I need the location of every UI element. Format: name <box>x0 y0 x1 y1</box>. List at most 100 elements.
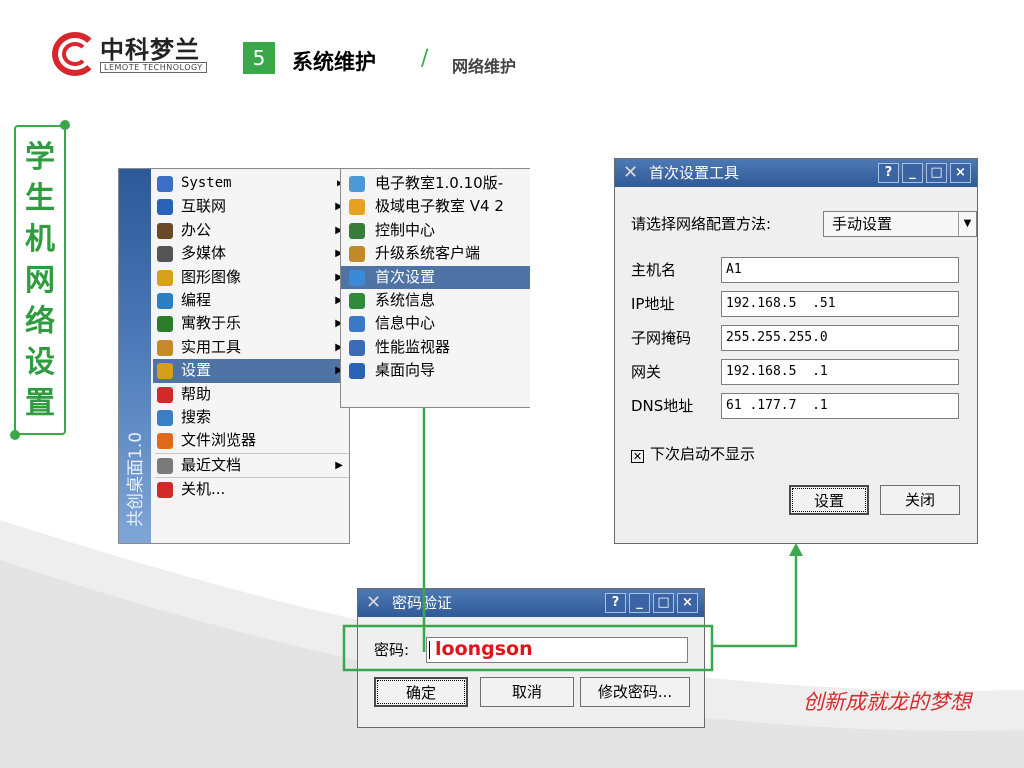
close-button[interactable]: × <box>950 163 971 183</box>
home-icon <box>157 433 173 450</box>
confirm-button[interactable]: 确定 <box>374 677 468 707</box>
password-label: 密码: <box>374 641 410 659</box>
menu-item-label: 升级系统客户端 <box>375 244 481 263</box>
side-banner: 学生机网络设置 <box>14 125 66 435</box>
field-input[interactable]: 61 .177.7 .1 <box>721 393 959 419</box>
text-caret <box>429 641 430 659</box>
desktop-wizard-icon <box>349 363 365 380</box>
minimize-button[interactable]: _ <box>629 593 650 613</box>
menu-item-classroom-orange[interactable]: 极域电子教室 V4 2 <box>341 195 530 218</box>
menu-item-label: 最近文档 <box>181 455 242 474</box>
minimize-button[interactable]: _ <box>902 163 923 183</box>
menu-item-magnifier[interactable]: 搜索 <box>153 406 349 429</box>
menu-item-code[interactable]: 编程▶ <box>153 289 349 312</box>
section-subtitle: 网络维护 <box>452 57 517 76</box>
power-icon <box>157 482 173 499</box>
help-button[interactable]: ? <box>605 593 626 613</box>
logo-english-name: LEMOTE TECHNOLOGY <box>100 62 207 73</box>
menu-item-label: 实用工具 <box>181 337 242 356</box>
help-button[interactable]: ? <box>878 163 899 183</box>
menu-item-label: 文件浏览器 <box>181 431 257 450</box>
field-row: 主机名 A1 <box>631 257 977 283</box>
menu-item-graphics[interactable]: 图形图像▶ <box>153 266 349 289</box>
menu-item-lifebuoy[interactable]: 帮助 <box>153 383 349 406</box>
maximize-button[interactable]: □ <box>926 163 947 183</box>
graphics-icon <box>157 269 173 286</box>
password-dialog-title: 密码验证 <box>392 594 453 612</box>
menu-item-tools[interactable]: 实用工具▶ <box>153 336 349 359</box>
app-x-icon: ✕ <box>623 162 639 183</box>
field-input[interactable]: 192.168.5 .1 <box>721 359 959 385</box>
menu-item-classroom[interactable]: 电子教室1.0.10版- <box>341 172 530 195</box>
close-button[interactable]: × <box>677 593 698 613</box>
side-banner-char: 网 <box>25 263 55 298</box>
menu-item-upgrade[interactable]: 升级系统客户端 <box>341 242 530 265</box>
menu-item-label: 办公 <box>181 220 212 239</box>
menu-item-game[interactable]: 寓教于乐▶ <box>153 312 349 335</box>
code-icon <box>157 292 173 309</box>
menu-item-monitor[interactable]: 性能监视器 <box>341 336 530 359</box>
dont-show-again-row[interactable]: ✕ 下次启动不显示 <box>631 443 755 464</box>
menu-item-system-info[interactable]: 系统信息 <box>341 289 530 312</box>
folder-icon <box>157 176 173 192</box>
menu-item-media[interactable]: 多媒体▶ <box>153 242 349 265</box>
menu-item-control-center[interactable]: 控制中心 <box>341 219 530 242</box>
menu-item-label: 系统信息 <box>375 290 436 309</box>
password-input[interactable]: loongson <box>426 637 688 663</box>
menu-item-label: 桌面向导 <box>375 361 436 380</box>
field-input[interactable]: A1 <box>721 257 959 283</box>
banner-dot-bottom <box>10 430 20 440</box>
menu-item-info-center[interactable]: 信息中心 <box>341 312 530 335</box>
cancel-button[interactable]: 取消 <box>480 677 574 707</box>
field-label: 主机名 <box>631 261 677 279</box>
menu-item-label: 帮助 <box>181 384 212 403</box>
side-banner-char: 络 <box>25 304 55 339</box>
menu-item-globe[interactable]: 互联网▶ <box>153 195 349 218</box>
dont-show-again-checkbox[interactable]: ✕ <box>631 450 644 463</box>
field-row: 子网掩码 255.255.255.0 <box>631 325 977 351</box>
menu-item-label: System <box>181 175 232 191</box>
menu-item-label: 编程 <box>181 290 212 309</box>
menu-item-label: 搜索 <box>181 407 212 426</box>
field-label: 子网掩码 <box>631 329 692 347</box>
document-icon <box>157 457 173 474</box>
chevron-down-icon[interactable]: ▼ <box>958 212 976 236</box>
side-banner-text: 学生机网络设置 <box>16 137 64 424</box>
change-password-button[interactable]: 修改密码... <box>580 677 690 707</box>
logo-chinese-name: 中科梦兰 <box>100 36 200 64</box>
classroom-icon <box>349 176 365 192</box>
password-dialog-title-bar[interactable]: ✕ 密码验证 ? _ □ × <box>358 589 704 617</box>
field-label: 网关 <box>631 363 662 381</box>
menu-item-label: 多媒体 <box>181 244 227 263</box>
method-select[interactable]: 手动设置 ▼ <box>823 211 977 237</box>
menu-item-home[interactable]: 文件浏览器 <box>153 429 349 452</box>
menu-item-wrench[interactable]: 设置▶ <box>153 359 349 383</box>
tools-icon <box>157 339 173 356</box>
info-center-icon <box>349 316 365 333</box>
maximize-button[interactable]: □ <box>653 593 674 613</box>
menu-item-label: 图形图像 <box>181 267 242 286</box>
start-menu-list: System▶互联网▶办公▶多媒体▶图形图像▶编程▶寓教于乐▶实用工具▶设置▶帮… <box>153 172 349 501</box>
settings-submenu: 电子教室1.0.10版- 极域电子教室 V4 2 控制中心升级系统客户端首次设置 系统… <box>340 168 530 408</box>
field-input[interactable]: 192.168.5 .51 <box>721 291 959 317</box>
field-row: 网关 192.168.5 .1 <box>631 359 977 385</box>
field-row: IP地址 192.168.5 .51 <box>631 291 977 317</box>
password-dialog: ✕ 密码验证 ? _ □ × 密码: loongson 确定 取消 修改密码..… <box>357 588 705 728</box>
menu-item-folder[interactable]: System▶ <box>153 172 349 195</box>
menu-item-office[interactable]: 办公▶ <box>153 219 349 242</box>
banner-dot-top <box>60 120 70 130</box>
setup-dialog-title-bar[interactable]: ✕ 首次设置工具 ? _ □ × <box>615 159 977 187</box>
start-menu-side-strip: 共创桌面1.0 <box>119 169 151 543</box>
menu-item-setup[interactable]: 首次设置 <box>341 265 530 289</box>
apply-settings-button[interactable]: 设置 <box>789 485 869 515</box>
menu-item-label: 寓教于乐 <box>181 314 242 333</box>
setup-dialog-title: 首次设置工具 <box>649 164 740 182</box>
menu-item-document[interactable]: 最近文档 ▶ <box>153 454 349 477</box>
field-input[interactable]: 255.255.255.0 <box>721 325 959 351</box>
close-dialog-button[interactable]: 关闭 <box>880 485 960 515</box>
menu-item-label: 信息中心 <box>375 314 436 333</box>
media-icon <box>157 246 173 263</box>
password-value: loongson <box>435 638 533 660</box>
menu-item-power[interactable]: 关机... <box>153 478 349 501</box>
menu-item-desktop-wizard[interactable]: 桌面向导 <box>341 359 530 382</box>
